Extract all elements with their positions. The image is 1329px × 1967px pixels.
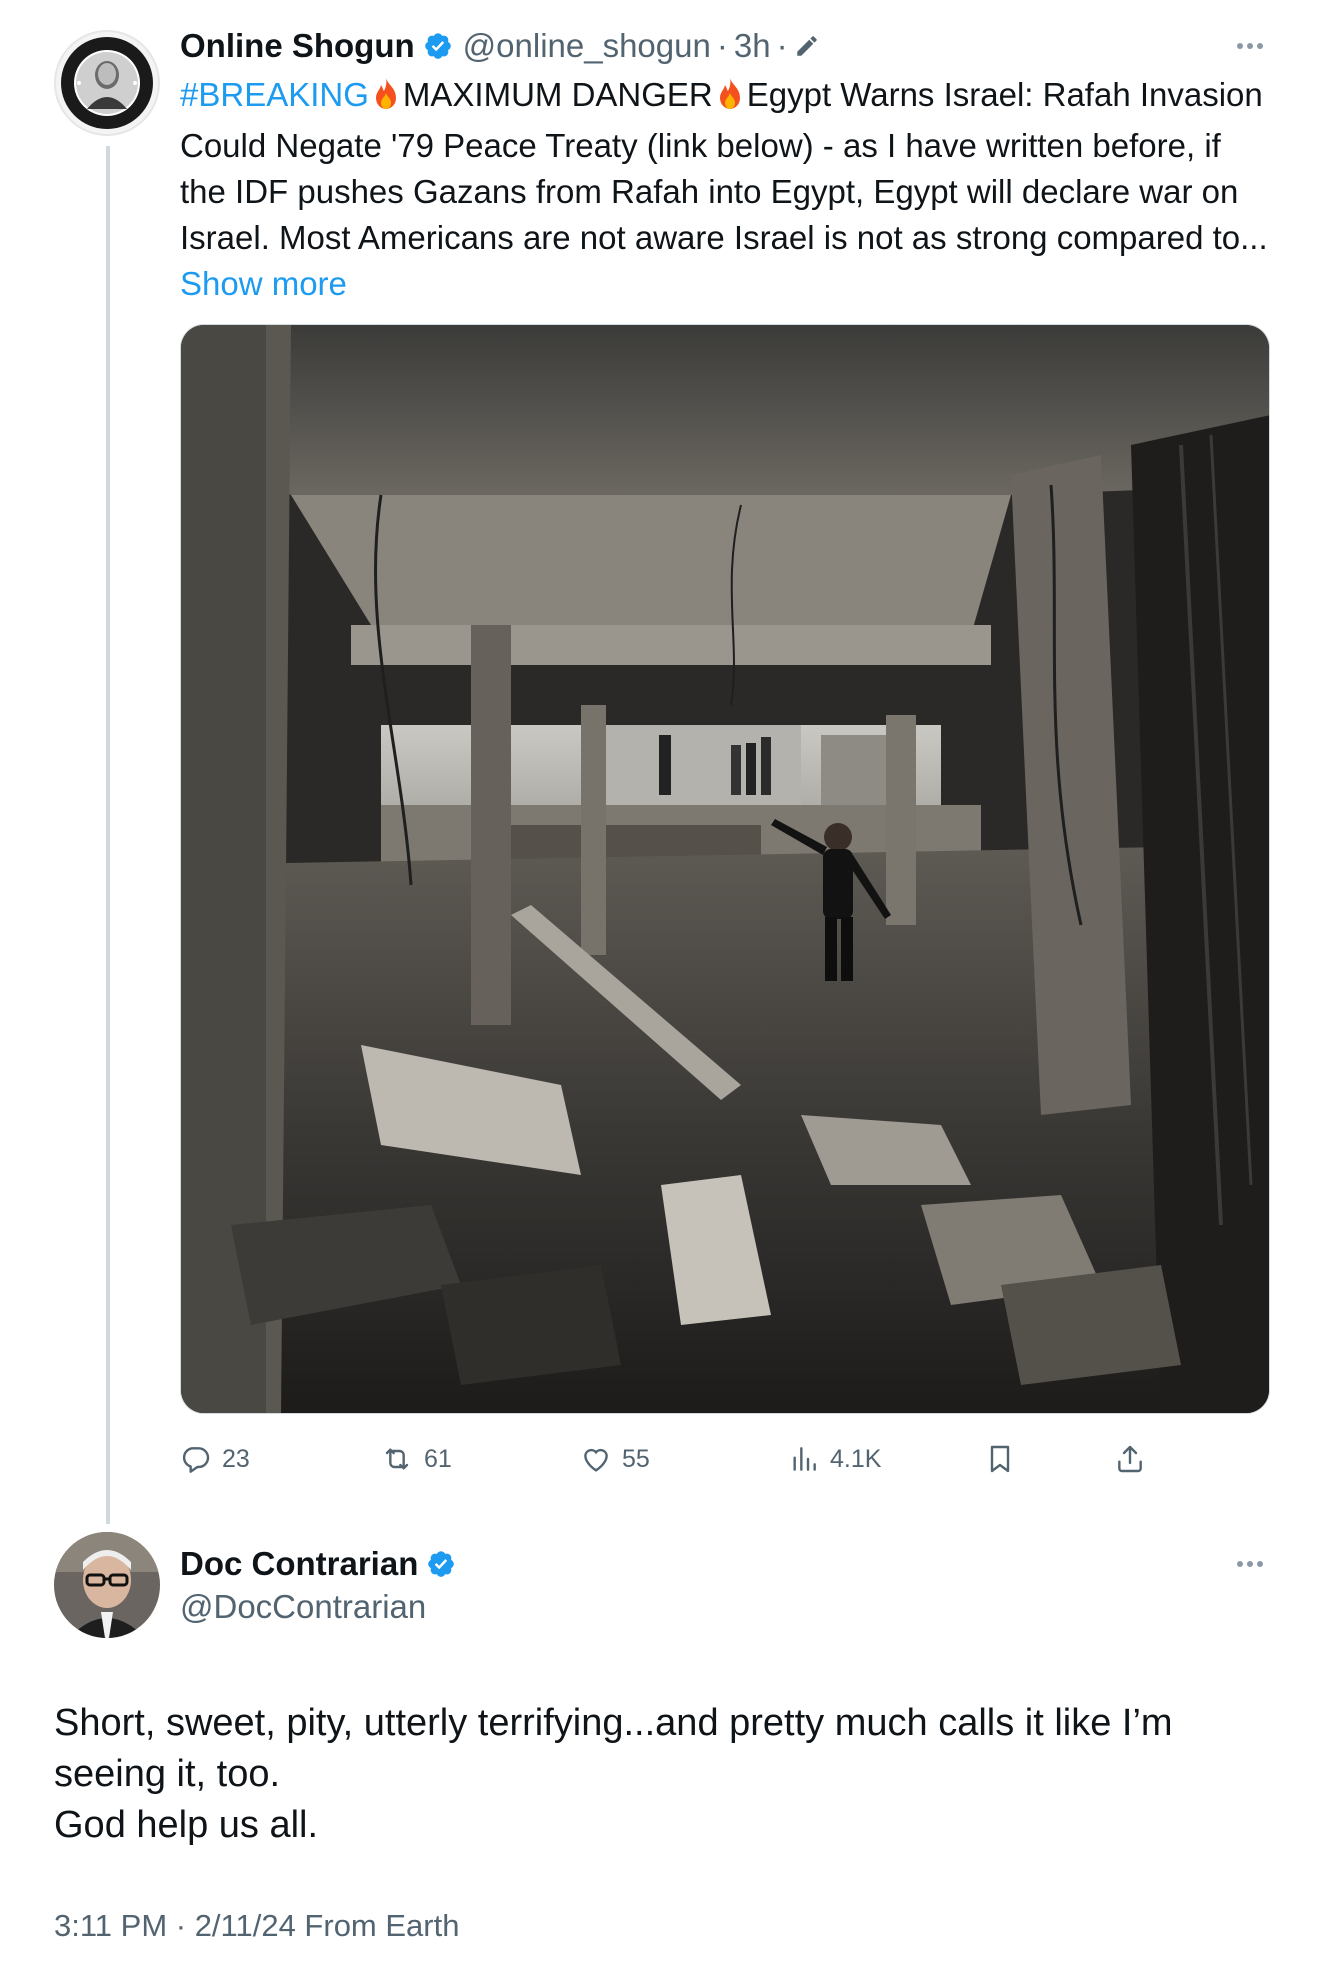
reply-count: 23 [222, 1444, 250, 1473]
avatar-doc-contrarian[interactable] [54, 1532, 160, 1638]
reply-text-line: Short, sweet, pity, utterly terrifying..… [54, 1702, 1173, 1795]
heart-icon [580, 1443, 612, 1475]
tweet-action-bar: 23 61 55 4.1K [180, 1434, 1180, 1484]
reply-text-line: God help us all. [54, 1804, 319, 1846]
pencil-icon [794, 33, 820, 59]
quoted-tweet-header: Online Shogun @online_shogun · 3h · [180, 22, 820, 70]
views-chart-icon [788, 1443, 820, 1475]
fire-emoji [715, 77, 745, 123]
share-icon [1114, 1443, 1146, 1475]
show-more-link[interactable]: Show more [180, 265, 347, 302]
bookmark-button[interactable] [984, 1434, 1016, 1484]
repost-count: 61 [424, 1444, 452, 1473]
author-name[interactable]: Online Shogun [180, 27, 415, 65]
tweet-text-part: MAXIMUM DANGER [402, 76, 713, 113]
avatar-online-shogun[interactable] [54, 30, 160, 136]
hashtag-link[interactable]: #BREAKING [180, 76, 369, 113]
fire-emoji [371, 77, 401, 123]
verified-badge-icon[interactable] [423, 31, 453, 61]
tweet-photo[interactable] [180, 324, 1270, 1414]
views-button[interactable]: 4.1K [788, 1434, 881, 1484]
like-count: 55 [622, 1444, 650, 1473]
quoted-tweet-text: #BREAKING MAXIMUM DANGER Egypt Warns Israe… [180, 72, 1270, 307]
reply-button[interactable]: 23 [180, 1434, 250, 1484]
repost-icon [380, 1443, 414, 1475]
views-count: 4.1K [830, 1444, 882, 1473]
seal-logo-icon [61, 37, 153, 129]
more-dots-icon[interactable] [1230, 1544, 1270, 1584]
reply-author-header: Doc Contrarian [180, 1542, 466, 1586]
verified-badge-icon[interactable] [426, 1549, 456, 1579]
destroyed-building-photo [181, 325, 1269, 1413]
reply-tweet-text: Short, sweet, pity, utterly terrifying..… [54, 1698, 1274, 1851]
thread-connector-line [106, 146, 110, 1524]
bookmark-icon [984, 1443, 1016, 1475]
reply-timestamp[interactable]: 3:11 PM · 2/11/24 From Earth [54, 1908, 459, 1944]
separator-dot: · [716, 27, 728, 64]
reply-icon [180, 1443, 212, 1475]
reply-author-name[interactable]: Doc Contrarian [180, 1545, 418, 1583]
tweet-age[interactable]: 3h [734, 27, 771, 65]
author-handle[interactable]: @online_shogun [463, 27, 711, 65]
reply-author-handle[interactable]: @DocContrarian [180, 1588, 426, 1626]
repost-button[interactable]: 61 [380, 1434, 452, 1484]
share-button[interactable] [1114, 1434, 1146, 1484]
more-dots-icon[interactable] [1230, 26, 1270, 66]
separator-dot: · [776, 27, 788, 64]
profile-photo [54, 1532, 160, 1638]
like-button[interactable]: 55 [580, 1434, 650, 1484]
